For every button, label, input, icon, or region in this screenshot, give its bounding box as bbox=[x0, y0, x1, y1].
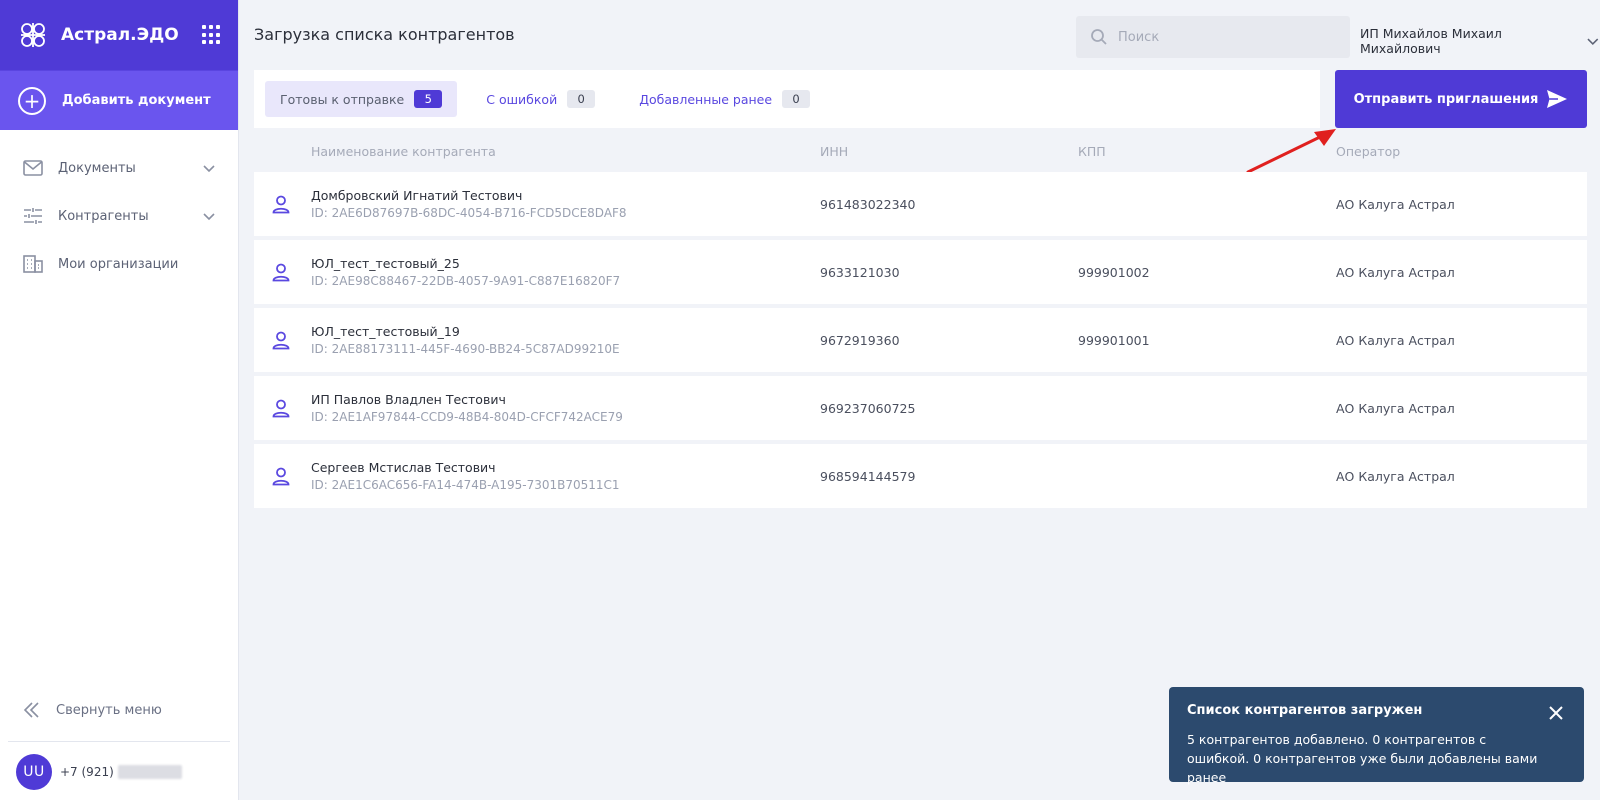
search-box[interactable] bbox=[1076, 16, 1350, 58]
contractor-operator: АО Калуга Астрал bbox=[1336, 333, 1455, 348]
user-phone: +7 (921) bbox=[60, 765, 182, 780]
count-badge: 5 bbox=[414, 90, 443, 108]
contractor-id: ID: 2AE1AF97844-CCD9-48B4-804D-CFCF742AC… bbox=[311, 410, 623, 424]
apps-grid-icon[interactable] bbox=[202, 25, 222, 45]
brand-header: Астрал.ЭДО bbox=[0, 0, 238, 70]
contractor-inn: 9633121030 bbox=[820, 265, 900, 280]
page-title: Загрузка списка контрагентов bbox=[254, 25, 515, 44]
table-row[interactable]: ИП Павлов Владлен Тестович ID: 2AE1AF978… bbox=[254, 376, 1587, 440]
mail-icon bbox=[22, 157, 44, 179]
tab-with-error[interactable]: С ошибкой 0 bbox=[471, 81, 610, 117]
count-badge: 0 bbox=[782, 90, 811, 108]
user-icon bbox=[272, 331, 290, 350]
search-icon bbox=[1091, 29, 1107, 45]
user-icon bbox=[272, 467, 290, 486]
chevron-down-icon bbox=[203, 165, 215, 173]
table-header: Наименование контрагента ИНН КПП Операто… bbox=[254, 140, 1587, 164]
send-invitations-button[interactable]: Отправить приглашения bbox=[1335, 70, 1587, 128]
app-name: Астрал.ЭДО bbox=[61, 25, 179, 45]
toast-title: Список контрагентов загружен bbox=[1187, 703, 1423, 718]
user-icon bbox=[272, 263, 290, 282]
user-account[interactable]: UU +7 (921) bbox=[16, 754, 182, 790]
contractor-operator: АО Калуга Астрал bbox=[1336, 469, 1455, 484]
sidebar-divider bbox=[8, 741, 230, 742]
contractor-operator: АО Калуга Астрал bbox=[1336, 197, 1455, 212]
sidebar-nav: Документы Контрагенты Мои организации bbox=[0, 130, 238, 288]
contractor-kpp: 999901002 bbox=[1078, 265, 1150, 280]
sidebar-item-label: Документы bbox=[58, 160, 136, 176]
contractor-id: ID: 2AE1C6AC656-FA14-474B-A195-7301B7051… bbox=[311, 478, 620, 492]
status-tabs: Готовы к отправке 5 С ошибкой 0 Добавлен… bbox=[254, 70, 1320, 128]
add-document-label: Добавить документ bbox=[62, 93, 211, 108]
sidebar-item-documents[interactable]: Документы bbox=[0, 144, 238, 192]
table-row[interactable]: ЮЛ_тест_тестовый_19 ID: 2AE88173111-445F… bbox=[254, 308, 1587, 372]
chevron-down-icon bbox=[1587, 38, 1599, 46]
sidebar: Астрал.ЭДО + Добавить документ Документы… bbox=[0, 0, 239, 800]
table-row[interactable]: Сергеев Мстислав Тестович ID: 2AE1C6AC65… bbox=[254, 444, 1587, 508]
astral-logo-icon[interactable] bbox=[16, 18, 50, 52]
chevron-down-icon bbox=[203, 213, 215, 221]
contractor-name: ИП Павлов Владлен Тестович bbox=[311, 392, 506, 407]
notification-toast: Список контрагентов загружен 5 контраген… bbox=[1169, 687, 1584, 785]
sidebar-item-label: Контрагенты bbox=[58, 208, 149, 224]
column-operator: Оператор bbox=[1336, 144, 1401, 159]
tab-label: Добавленные ранее bbox=[639, 91, 773, 107]
user-icon bbox=[272, 399, 290, 418]
contractor-inn: 9672919360 bbox=[820, 333, 900, 348]
sidebar-item-label: Мои организации bbox=[58, 256, 179, 272]
toast-message: 5 контрагентов добавлено. 0 контрагентов… bbox=[1187, 732, 1538, 785]
send-invitations-label: Отправить приглашения bbox=[1353, 91, 1539, 107]
close-icon[interactable] bbox=[1546, 703, 1566, 723]
contractor-inn: 968594144579 bbox=[820, 469, 916, 484]
contractor-id: ID: 2AE88173111-445F-4690-BB24-5C87AD992… bbox=[311, 342, 620, 356]
column-name: Наименование контрагента bbox=[311, 144, 496, 159]
building-icon bbox=[22, 253, 44, 275]
column-inn: ИНН bbox=[820, 144, 849, 159]
tab-ready-to-send[interactable]: Готовы к отправке 5 bbox=[265, 81, 458, 117]
count-badge: 0 bbox=[567, 90, 596, 108]
contractor-kpp: 999901001 bbox=[1078, 333, 1150, 348]
contractor-id: ID: 2AE98C88467-22DB-4057-9A91-C887E1682… bbox=[311, 274, 621, 288]
user-icon bbox=[272, 195, 290, 214]
profile-menu[interactable]: ИП Михайлов Михаил Михайлович bbox=[1360, 26, 1600, 56]
profile-name: ИП Михайлов Михаил Михайлович bbox=[1360, 26, 1502, 56]
contractor-operator: АО Калуга Астрал bbox=[1336, 401, 1455, 416]
contractor-name: ЮЛ_тест_тестовый_25 bbox=[311, 256, 460, 271]
contractor-name: ЮЛ_тест_тестовый_19 bbox=[311, 324, 460, 339]
contractor-inn: 961483022340 bbox=[820, 197, 916, 212]
collapse-menu-button[interactable]: Свернуть меню bbox=[22, 700, 162, 720]
tab-added-earlier[interactable]: Добавленные ранее 0 bbox=[624, 81, 825, 117]
contractor-name: Сергеев Мстислав Тестович bbox=[311, 460, 496, 475]
table-row[interactable]: ЮЛ_тест_тестовый_25 ID: 2AE98C88467-22DB… bbox=[254, 240, 1587, 304]
column-kpp: КПП bbox=[1078, 144, 1106, 159]
contractor-id: ID: 2AE6D87697B-68DC-4054-B716-FCD5DCE8D… bbox=[311, 206, 627, 220]
collapse-menu-label: Свернуть меню bbox=[56, 702, 162, 718]
tab-label: С ошибкой bbox=[486, 91, 558, 107]
search-input[interactable] bbox=[1118, 29, 1328, 45]
add-document-button[interactable]: + Добавить документ bbox=[0, 70, 238, 130]
double-chevron-left-icon bbox=[23, 702, 39, 718]
plus-icon: + bbox=[18, 86, 46, 115]
contractor-name: Домбровский Игнатий Тестович bbox=[311, 188, 523, 203]
sidebar-item-my-organizations[interactable]: Мои организации bbox=[0, 240, 238, 288]
sidebar-item-contractors[interactable]: Контрагенты bbox=[0, 192, 238, 240]
sliders-icon bbox=[22, 205, 44, 227]
send-icon bbox=[1547, 90, 1568, 108]
contractor-inn: 969237060725 bbox=[820, 401, 916, 416]
contractor-operator: АО Калуга Астрал bbox=[1336, 265, 1455, 280]
redacted-phone-block bbox=[117, 765, 182, 780]
table-row[interactable]: Домбровский Игнатий Тестович ID: 2AE6D87… bbox=[254, 172, 1587, 236]
tab-label: Готовы к отправке bbox=[280, 91, 405, 107]
avatar: UU bbox=[16, 754, 52, 790]
